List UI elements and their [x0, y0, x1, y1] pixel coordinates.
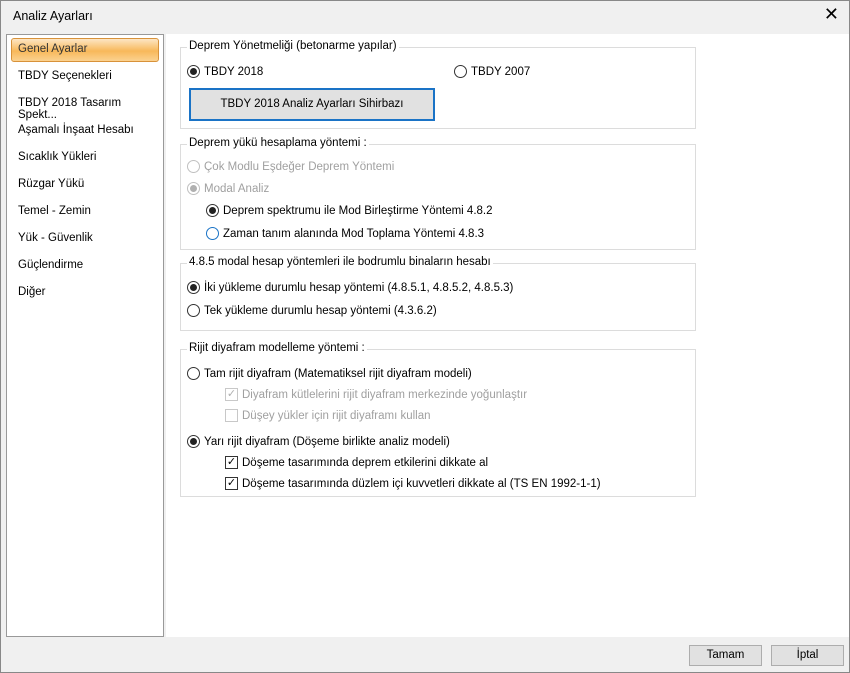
dialog-title: Analiz Ayarları [13, 9, 93, 23]
sidebar-item-guclendirme[interactable]: Güçlendirme [18, 259, 83, 271]
sidebar-item-genel-ayarlar[interactable]: Genel Ayarlar [18, 43, 87, 55]
radio-unchecked-icon [187, 367, 200, 380]
checkbox-slab-earthquake[interactable]: ✓ Döşeme tasarımında deprem etkilerini di… [225, 456, 488, 469]
cancel-button[interactable]: İptal [771, 645, 844, 666]
sidebar-item-temel-zemin[interactable]: Temel - Zemin [18, 205, 91, 217]
settings-panel: Deprem Yönetmeliği (betonarme yapılar) T… [166, 34, 849, 637]
radio-label: Modal Analiz [204, 182, 270, 195]
radio-label: Çok Modlu Eşdeğer Deprem Yöntemi [204, 160, 395, 173]
radio-equivalent-method[interactable]: Çok Modlu Eşdeğer Deprem Yöntemi [187, 160, 394, 173]
radio-unchecked-icon [454, 65, 467, 78]
radio-tbdy-2007[interactable]: TBDY 2007 [454, 65, 530, 78]
radio-two-load-case[interactable]: İki yükleme durumlu hesap yöntemi (4.8.5… [187, 281, 513, 294]
checkbox-label: Döşeme tasarımında deprem etkilerini dik… [242, 456, 489, 469]
radio-tbdy-2018[interactable]: TBDY 2018 [187, 65, 263, 78]
checkbox-vertical-loads[interactable]: Düşey yükler için rijit diyaframı kullan [225, 409, 431, 422]
radio-label: Deprem spektrumu ile Mod Birleştirme Yön… [223, 204, 493, 217]
radio-label: TBDY 2018 [204, 65, 264, 78]
sidebar-item-tbdy-spektrum[interactable]: TBDY 2018 Tasarım Spekt... [18, 97, 163, 121]
sidebar-item-tbdy-secenekleri[interactable]: TBDY Seçenekleri [18, 70, 112, 82]
checkbox-label: Döşeme tasarımında düzlem içi kuvvetleri… [242, 477, 601, 490]
checkbox-slab-inplane[interactable]: ✓ Döşeme tasarımında düzlem içi kuvvetler… [225, 477, 601, 490]
sidebar-item-yuk-guvenlik[interactable]: Yük - Güvenlik [18, 232, 93, 244]
group-legend: Deprem yükü hesaplama yöntemi : [187, 137, 369, 149]
radio-checked-icon [206, 204, 219, 217]
radio-label: Zaman tanım alanında Mod Toplama Yöntemi… [223, 227, 485, 240]
radio-checked-icon [187, 182, 200, 195]
radio-time-history[interactable]: Zaman tanım alanında Mod Toplama Yöntemi… [206, 227, 484, 240]
radio-single-load-case[interactable]: Tek yükleme durumlu hesap yöntemi (4.3.6… [187, 304, 437, 317]
radio-rigid-diaphragm[interactable]: Tam rijit diyafram (Matematiksel rijit d… [187, 367, 472, 380]
radio-unchecked-icon [206, 227, 219, 240]
radio-label: Yarı rijit diyafram (Döşeme birlikte ana… [204, 435, 450, 448]
dialog-window: Analiz Ayarları ✕ Genel Ayarlar TBDY Seç… [0, 0, 850, 673]
sidebar: Genel Ayarlar TBDY Seçenekleri TBDY 2018… [6, 34, 164, 637]
radio-checked-icon [187, 281, 200, 294]
diaphragm-group: Rijit diyafram modelleme yöntemi : Tam r… [180, 342, 696, 497]
radio-checked-icon [187, 65, 200, 78]
radio-semi-rigid-diaphragm[interactable]: Yarı rijit diyafram (Döşeme birlikte ana… [187, 435, 450, 448]
checkbox-label: Düşey yükler için rijit diyaframı kullan [242, 409, 431, 422]
sidebar-item-sicaklik[interactable]: Sıcaklık Yükleri [18, 151, 96, 163]
earthquake-code-group: Deprem Yönetmeliği (betonarme yapılar) T… [180, 40, 696, 129]
radio-label: TBDY 2007 [471, 65, 531, 78]
radio-mode-superposition[interactable]: Deprem spektrumu ile Mod Birleştirme Yön… [206, 204, 493, 217]
radio-label: İki yükleme durumlu hesap yöntemi (4.8.5… [204, 281, 514, 294]
close-icon[interactable]: ✕ [824, 4, 839, 25]
basement-method-group: 4.8.5 modal hesap yöntemleri ile bodruml… [180, 256, 696, 331]
checkbox-lump-mass[interactable]: ✓ Diyafram kütlelerini rijit diyafram mer… [225, 388, 527, 401]
sidebar-item-asamali-insaat[interactable]: Aşamalı İnşaat Hesabı [18, 124, 134, 136]
group-legend: Rijit diyafram modelleme yöntemi : [187, 342, 367, 354]
checkmark-icon: ✓ [225, 456, 238, 469]
radio-unchecked-icon [187, 160, 200, 173]
load-method-group: Deprem yükü hesaplama yöntemi : Çok Modl… [180, 137, 696, 250]
radio-label: Tam rijit diyafram (Matematiksel rijit d… [204, 367, 472, 380]
radio-modal-analysis[interactable]: Modal Analiz [187, 182, 269, 195]
radio-label: Tek yükleme durumlu hesap yöntemi (4.3.6… [204, 304, 437, 317]
checkmark-icon: ✓ [225, 388, 238, 401]
group-legend: 4.8.5 modal hesap yöntemleri ile bodruml… [187, 256, 493, 268]
checkbox-empty-icon [225, 409, 238, 422]
sidebar-item-ruzgar[interactable]: Rüzgar Yükü [18, 178, 84, 190]
radio-checked-icon [187, 435, 200, 448]
checkmark-icon: ✓ [225, 477, 238, 490]
checkbox-label: Diyafram kütlelerini rijit diyafram merk… [242, 388, 528, 401]
group-legend: Deprem Yönetmeliği (betonarme yapılar) [187, 40, 399, 52]
analysis-wizard-button[interactable]: TBDY 2018 Analiz Ayarları Sihirbazı [189, 88, 435, 121]
sidebar-item-diger[interactable]: Diğer [18, 286, 45, 298]
ok-button[interactable]: Tamam [689, 645, 762, 666]
radio-unchecked-icon [187, 304, 200, 317]
